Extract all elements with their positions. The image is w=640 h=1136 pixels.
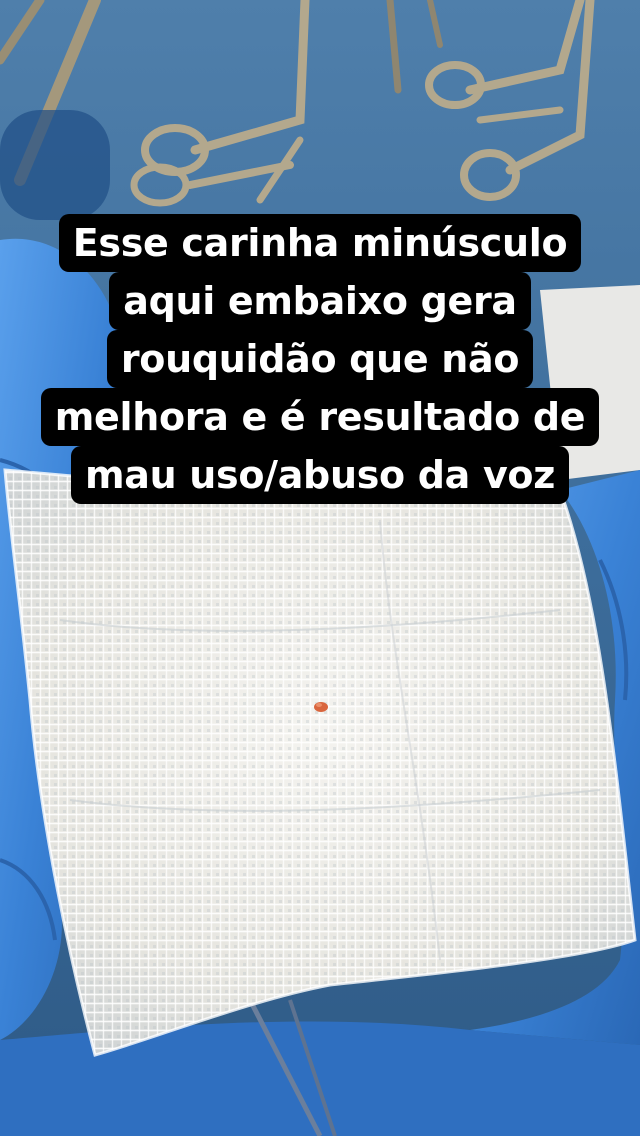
caption-line-3: rouquidão que não xyxy=(106,330,534,388)
caption-line-1: Esse carinha minúsculo xyxy=(58,214,582,272)
photo-scene: Esse carinha minúsculo aqui embaixo gera… xyxy=(0,0,640,1136)
surgical-photo xyxy=(0,0,640,1136)
caption-line-4: melhora e é resultado de xyxy=(40,388,600,446)
caption-line-5: mau uso/abuso da voz xyxy=(70,446,570,504)
caption-overlay: Esse carinha minúsculo aqui embaixo gera… xyxy=(0,214,640,504)
specimen xyxy=(314,702,328,712)
caption-line-2: aqui embaixo gera xyxy=(109,272,531,330)
